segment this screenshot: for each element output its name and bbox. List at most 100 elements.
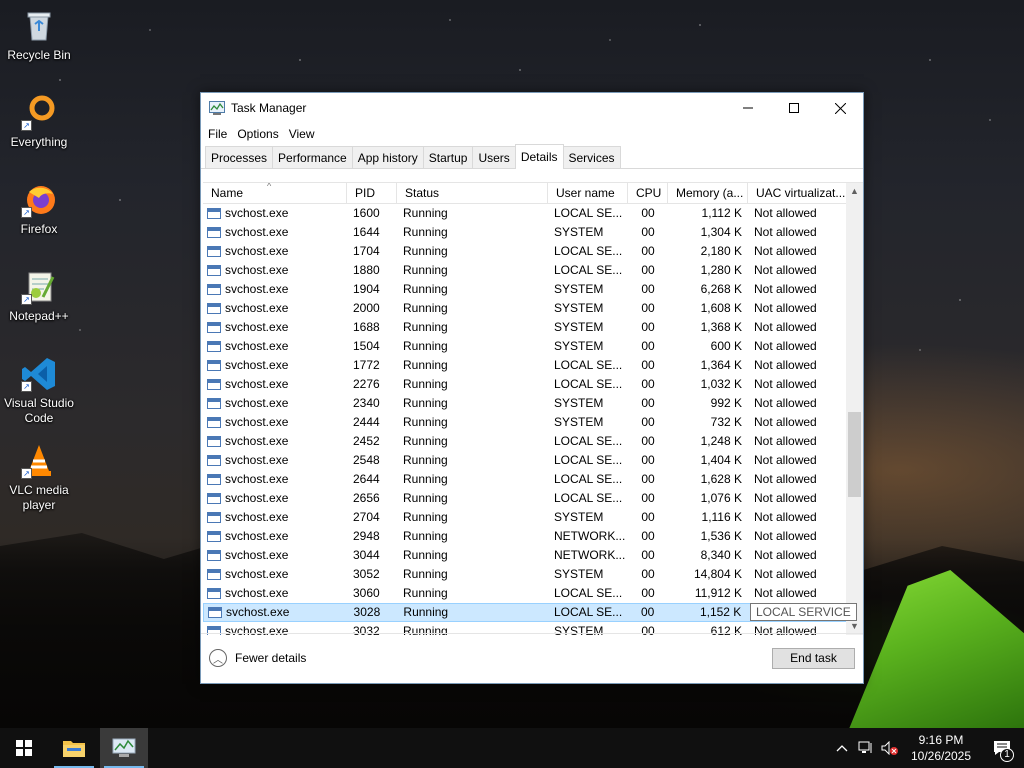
column-header-status[interactable]: Status	[397, 183, 548, 204]
process-name-label: svchost.exe	[225, 320, 289, 334]
close-button[interactable]	[817, 93, 863, 123]
tab-users[interactable]: Users	[472, 146, 516, 168]
table-row[interactable]: svchost.exe 1600 Running LOCAL SE... 00 1,112…	[203, 204, 847, 223]
table-row[interactable]: svchost.exe 2276 Running LOCAL SE... 00 1,032…	[203, 375, 847, 394]
process-name-label: svchost.exe	[226, 605, 290, 619]
process-uac: Not allowed	[754, 415, 817, 429]
process-pid: 2656	[353, 491, 380, 505]
desktop-icon-vscode[interactable]: ↗ Visual Studio Code	[0, 356, 78, 426]
end-task-button[interactable]: End task	[772, 648, 855, 669]
speaker-muted-icon[interactable]	[878, 728, 902, 768]
table-row[interactable]: svchost.exe 2444 Running SYSTEM 00 732 K Not a…	[203, 413, 847, 432]
process-name: svchost.exe	[203, 489, 347, 508]
table-row[interactable]: svchost.exe 1688 Running SYSTEM 00 1,368 K Not…	[203, 318, 847, 337]
process-name: svchost.exe	[203, 546, 347, 565]
process-cpu: 00	[641, 567, 655, 581]
shortcut-arrow-icon: ↗	[21, 207, 32, 218]
process-status: Running	[403, 491, 448, 505]
table-row[interactable]: svchost.exe 1644 Running SYSTEM 00 1,304 K Not…	[203, 223, 847, 242]
process-pid: 2452	[353, 434, 380, 448]
taskbar-task-manager[interactable]	[100, 728, 148, 768]
fewer-details-link[interactable]: ︿ Fewer details	[209, 649, 306, 667]
process-memory: 992 K	[710, 396, 742, 410]
table-row[interactable]: svchost.exe 2704 Running SYSTEM 00 1,116 K Not…	[203, 508, 847, 527]
table-row[interactable]: svchost.exe 3060 Running LOCAL SE... 00 11,91…	[203, 584, 847, 603]
title-bar[interactable]: Task Manager	[201, 93, 863, 123]
table-row[interactable]: svchost.exe 1880 Running LOCAL SE... 00 1,280…	[203, 261, 847, 280]
menu-file[interactable]: File	[203, 127, 232, 141]
table-row[interactable]: svchost.exe 2548 Running LOCAL SE... 00 1,404…	[203, 451, 847, 470]
table-row[interactable]: svchost.exe 2452 Running LOCAL SE... 00 1,248…	[203, 432, 847, 451]
tab-processes[interactable]: Processes	[205, 146, 274, 168]
menu-options[interactable]: Options	[232, 127, 283, 141]
process-pid: 2340	[353, 396, 380, 410]
everything-icon: ↗	[21, 95, 57, 131]
tab-services[interactable]: Services	[562, 146, 621, 168]
column-header-pid[interactable]: PID	[347, 183, 397, 204]
recycle-bin-icon	[21, 8, 57, 44]
process-memory: 1,152 K	[699, 605, 742, 619]
desktop-icon-recycle-bin[interactable]: Recycle Bin	[0, 8, 78, 63]
table-row[interactable]: svchost.exe 2340 Running SYSTEM 00 992 K Not a…	[203, 394, 847, 413]
column-header-user-name[interactable]: User name	[548, 183, 628, 204]
scroll-up-icon[interactable]: ▲	[846, 183, 863, 200]
table-row[interactable]: svchost.exe 1504 Running SYSTEM 00 600 K Not a…	[203, 337, 847, 356]
minimize-button[interactable]	[725, 93, 771, 123]
process-name: svchost.exe	[203, 223, 347, 242]
shortcut-arrow-icon: ↗	[21, 294, 32, 305]
column-header-cpu[interactable]: CPU	[628, 183, 668, 204]
tab-performance[interactable]: Performance	[272, 146, 353, 168]
process-name: svchost.exe	[204, 603, 348, 622]
table-row[interactable]: svchost.exe 2948 Running NETWORK... 00 1,536 …	[203, 527, 847, 546]
vertical-scrollbar[interactable]: ▲ ▼	[846, 183, 863, 635]
process-name: svchost.exe	[203, 413, 347, 432]
process-user-name: NETWORK...	[554, 548, 626, 562]
task-manager-window: Task Manager File Options View Processes…	[200, 92, 864, 684]
menu-view[interactable]: View	[284, 127, 320, 141]
process-pid: 2644	[353, 472, 380, 486]
process-pid: 3028	[353, 605, 381, 619]
desktop-icon-firefox[interactable]: ↗ Firefox	[0, 182, 78, 237]
process-uac: Not allowed	[754, 510, 817, 524]
tab-details[interactable]: Details	[514, 144, 564, 169]
process-status: Running	[403, 282, 448, 296]
column-header-uac[interactable]: UAC virtualizat...	[748, 183, 847, 204]
process-uac: Not allowed	[754, 491, 817, 505]
start-button[interactable]	[0, 728, 48, 768]
table-row[interactable]: svchost.exe 2644 Running LOCAL SE... 00 1,628…	[203, 470, 847, 489]
table-row[interactable]: svchost.exe 3044 Running NETWORK... 00 8,340 …	[203, 546, 847, 565]
show-hidden-icons-chevron-up-icon[interactable]	[830, 728, 854, 768]
process-uac: Not allowed	[754, 263, 817, 277]
process-status: Running	[403, 377, 448, 391]
process-user-name: SYSTEM	[554, 282, 604, 296]
table-row[interactable]: svchost.exe 2656 Running LOCAL SE... 00 1,076…	[203, 489, 847, 508]
table-row[interactable]: svchost.exe 2000 Running SYSTEM 00 1,608 K Not…	[203, 299, 847, 318]
process-name-label: svchost.exe	[225, 206, 289, 220]
taskbar-file-explorer[interactable]	[50, 728, 98, 768]
tab-strip: Processes Performance App history Startu…	[201, 144, 863, 169]
tab-startup[interactable]: Startup	[422, 146, 474, 168]
process-memory: 1,304 K	[700, 225, 742, 239]
tab-app-history[interactable]: App history	[351, 146, 424, 168]
table-row[interactable]: svchost.exe 3052 Running SYSTEM 00 14,804 K No…	[203, 565, 847, 584]
table-row[interactable]: svchost.exe 1704 Running LOCAL SE... 00 2,180…	[203, 242, 847, 261]
network-icon[interactable]	[854, 728, 878, 768]
maximize-button[interactable]	[771, 93, 817, 123]
process-user-name: LOCAL SE...	[554, 263, 623, 277]
desktop-icon-label: Visual Studio Code	[4, 396, 74, 425]
clock[interactable]: 9:16 PM 10/26/2025	[902, 732, 980, 764]
column-header-name[interactable]: ^ Name	[203, 183, 347, 204]
process-pid: 2276	[353, 377, 380, 391]
process-window-icon	[207, 360, 221, 371]
action-center-button[interactable]: 1	[980, 728, 1024, 768]
chevron-up-icon: ︿	[209, 649, 227, 667]
desktop-icon-everything[interactable]: ↗ Everything	[0, 95, 78, 150]
table-row[interactable]: svchost.exe 1904 Running SYSTEM 00 6,268 K Not…	[203, 280, 847, 299]
desktop-icon-vlc[interactable]: ↗ VLC media player	[0, 443, 78, 513]
table-row[interactable]: svchost.exe 1772 Running LOCAL SE... 00 1,364…	[203, 356, 847, 375]
column-header-memory[interactable]: Memory (a...	[668, 183, 748, 204]
desktop-icon-notepad-plus-plus[interactable]: ↗ Notepad++	[0, 269, 78, 324]
scroll-thumb[interactable]	[848, 412, 861, 497]
user-name-tooltip: LOCAL SERVICE	[750, 603, 857, 621]
process-name: svchost.exe	[203, 508, 347, 527]
